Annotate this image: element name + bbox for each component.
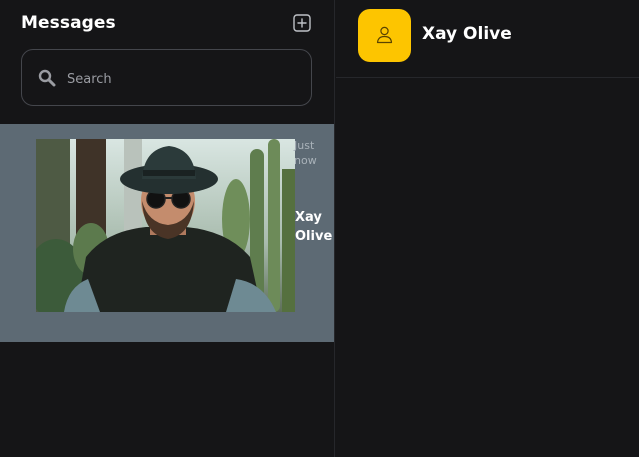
conversation-item-xay-olive[interactable]: Just now Xay Olive [0, 124, 334, 342]
search-icon [38, 69, 56, 87]
user-icon [376, 26, 393, 44]
messaging-app: Messages Search Just now Xay Olive Xay O… [0, 0, 639, 457]
chat-header: Xay Olive [336, 0, 639, 78]
search-input[interactable] [65, 66, 299, 92]
search-box[interactable] [21, 49, 312, 106]
contact-photo [36, 139, 295, 312]
conversation-time: Just now [294, 139, 317, 167]
new-message-button[interactable] [293, 14, 311, 32]
chat-contact-name: Xay Olive [422, 24, 512, 44]
plus-square-icon [293, 14, 311, 32]
conversation-name: Xay Olive [295, 210, 333, 244]
sidebar-title: Messages [21, 13, 116, 33]
chat-message-area [336, 78, 639, 457]
chat-avatar[interactable] [358, 9, 411, 62]
sidebar: Messages Search Just now Xay Olive [0, 0, 335, 457]
